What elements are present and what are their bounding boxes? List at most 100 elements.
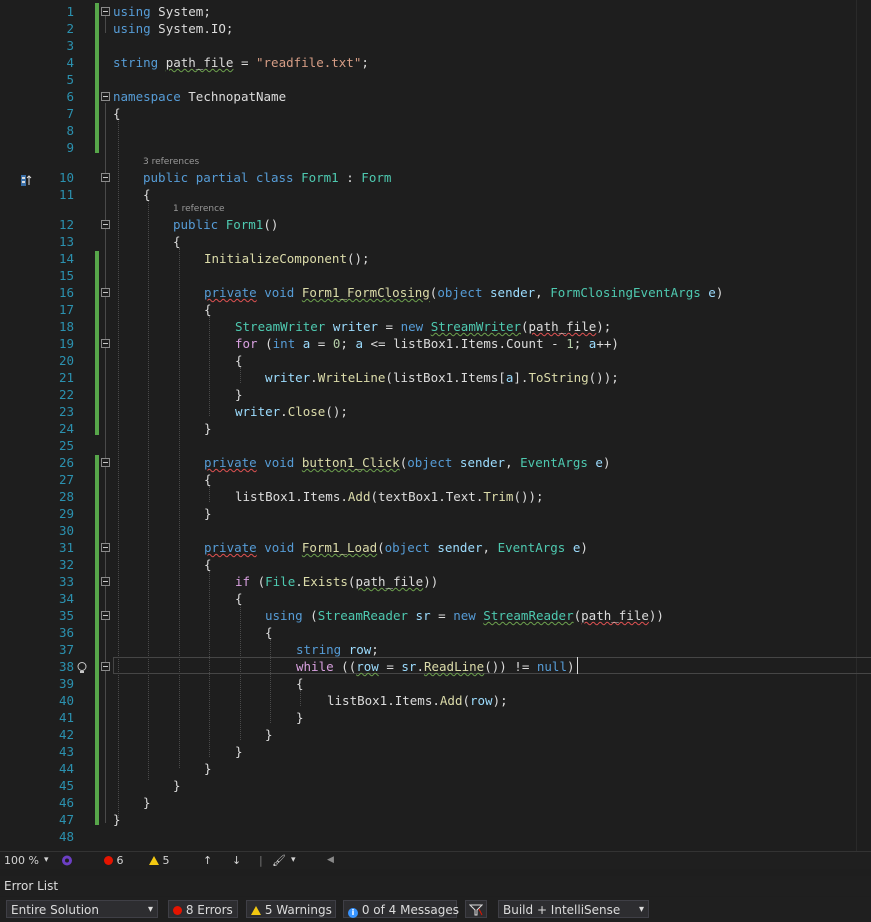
- token: partial: [195, 170, 249, 185]
- code-line-32[interactable]: {: [204, 556, 212, 573]
- code-line-2[interactable]: using System.IO;: [113, 20, 233, 37]
- code-line-47[interactable]: }: [113, 811, 121, 828]
- code-line-18[interactable]: StreamWriter writer = new StreamWriter(p…: [235, 318, 611, 335]
- code-line-45[interactable]: }: [173, 777, 181, 794]
- code-line-11[interactable]: {: [143, 186, 151, 203]
- code-line-37[interactable]: string row;: [296, 641, 379, 658]
- zoom-level[interactable]: 100 %: [4, 852, 39, 869]
- arrow-down-icon[interactable]: ↓: [232, 852, 241, 869]
- line-number: 1: [66, 4, 74, 19]
- filter-icon[interactable]: [465, 900, 487, 918]
- code-lens-references[interactable]: 1 reference: [173, 203, 225, 215]
- brush-icon[interactable]: 🖌: [272, 852, 286, 869]
- error-list-title[interactable]: Error List: [4, 876, 58, 896]
- code-line-17[interactable]: {: [204, 301, 212, 318]
- code-line-34[interactable]: {: [235, 590, 243, 607]
- code-editor[interactable]: 1 2 3 4 5 6 7 8 9 10 11 12 13 14 15 16 17 18 19 20 21 22 23 24 2…: [0, 0, 871, 851]
- token: new: [400, 319, 424, 334]
- token: :: [338, 170, 362, 185]
- fold-toggle[interactable]: [101, 611, 110, 620]
- fold-toggle[interactable]: [101, 543, 110, 552]
- code-line-46[interactable]: }: [143, 794, 151, 811]
- code-line-35[interactable]: using (StreamReader sr = new StreamReade…: [265, 607, 664, 624]
- code-line-16[interactable]: private void Form1_FormClosing(object se…: [204, 284, 723, 301]
- token: (: [573, 608, 582, 623]
- chevron-down-icon[interactable]: ▾: [291, 852, 296, 869]
- code-line-12[interactable]: public Form1(): [173, 216, 278, 233]
- line-number: 7: [66, 106, 74, 121]
- code-line-31[interactable]: private void Form1_Load(object sender, E…: [204, 539, 588, 556]
- code-line-22[interactable]: }: [235, 386, 243, 403]
- scope-dropdown[interactable]: Entire Solution: [6, 900, 158, 919]
- arrow-up-icon[interactable]: ↑: [203, 852, 212, 869]
- fold-toggle[interactable]: [101, 173, 110, 182]
- token: (: [521, 319, 529, 334]
- token: )): [648, 608, 664, 623]
- code-line-4[interactable]: string path_file = "readfile.txt";: [113, 54, 369, 71]
- code-line-28[interactable]: listBox1.Items.Add(textBox1.Text.Trim())…: [235, 488, 544, 505]
- fold-toggle[interactable]: [101, 662, 110, 671]
- token: path_file: [355, 574, 424, 589]
- fold-toggle[interactable]: [101, 339, 110, 348]
- code-line-6[interactable]: namespace TechnopatName: [113, 88, 286, 105]
- code-line-20[interactable]: {: [235, 352, 243, 369]
- error-icon: [173, 906, 182, 915]
- token: StreamReader: [483, 608, 574, 623]
- lightbulb-icon[interactable]: [77, 659, 87, 673]
- indent-guide: [148, 200, 149, 780]
- fold-toggle[interactable]: [101, 577, 110, 586]
- token: ()) !=: [484, 659, 537, 674]
- code-lens-references[interactable]: 3 references: [143, 156, 199, 168]
- warning-count[interactable]: 5: [149, 852, 170, 869]
- code-line-14[interactable]: InitializeComponent();: [204, 250, 370, 267]
- fold-toggle[interactable]: [101, 7, 110, 16]
- fold-toggle[interactable]: [101, 92, 110, 101]
- fold-toggle[interactable]: [101, 458, 110, 467]
- token: InitializeComponent: [204, 251, 347, 266]
- messages-filter-button[interactable]: i 0 of 4 Messages: [343, 900, 459, 918]
- code-line-39[interactable]: {: [296, 675, 304, 692]
- code-line-38[interactable]: while ((row = sr.ReadLine()) != null): [296, 658, 575, 675]
- code-line-23[interactable]: writer.Close();: [235, 403, 348, 420]
- health-icon[interactable]: [60, 854, 74, 872]
- code-line-42[interactable]: }: [265, 726, 273, 743]
- indent-guide: [209, 486, 210, 502]
- line-number: 16: [58, 285, 74, 300]
- code-line-24[interactable]: }: [204, 420, 212, 437]
- token: listBox1.Items.: [327, 693, 440, 708]
- code-line-29[interactable]: }: [204, 505, 212, 522]
- code-line-44[interactable]: }: [204, 760, 212, 777]
- code-line-40[interactable]: listBox1.Items.Add(row);: [327, 692, 508, 709]
- code-line-19[interactable]: for (int a = 0; a <= listBox1.Items.Coun…: [235, 335, 619, 352]
- code-line-27[interactable]: {: [204, 471, 212, 488]
- scroll-left-icon[interactable]: ◀: [327, 852, 334, 869]
- code-line-1[interactable]: using System;: [113, 3, 211, 20]
- warning-icon: [251, 906, 261, 915]
- token: button1_Click: [301, 455, 400, 470]
- code-line-10[interactable]: public partial class Form1 : Form: [143, 169, 391, 186]
- code-line-21[interactable]: writer.WriteLine(listBox1.Items[a].ToStr…: [265, 369, 619, 386]
- warnings-filter-button[interactable]: 5 Warnings: [246, 900, 336, 918]
- code-line-13[interactable]: {: [173, 233, 181, 250]
- fold-toggle[interactable]: [101, 288, 110, 297]
- code-line-41[interactable]: }: [296, 709, 304, 726]
- code-line-26[interactable]: private void button1_Click(object sender…: [204, 454, 610, 471]
- token: path_file: [528, 319, 597, 334]
- token: StreamReader: [317, 608, 409, 623]
- token: null: [536, 659, 567, 674]
- vertical-scrollbar[interactable]: [856, 0, 871, 851]
- token: string: [113, 55, 159, 70]
- token: System.IO: [158, 21, 226, 36]
- zoom-dropdown-icon[interactable]: ▾: [44, 852, 49, 869]
- build-filter-dropdown[interactable]: Build + IntelliSense: [498, 900, 649, 919]
- line-number: 30: [58, 523, 74, 538]
- build-filter-label: Build + IntelliSense: [503, 903, 621, 917]
- error-count[interactable]: 6: [104, 852, 124, 869]
- code-line-7[interactable]: {: [113, 105, 121, 122]
- code-line-43[interactable]: }: [235, 743, 243, 760]
- code-line-36[interactable]: {: [265, 624, 273, 641]
- token: using: [265, 608, 303, 623]
- fold-toggle[interactable]: [101, 220, 110, 229]
- errors-filter-button[interactable]: 8 Errors: [168, 900, 238, 918]
- code-line-33[interactable]: if (File.Exists(path_file)): [235, 573, 438, 590]
